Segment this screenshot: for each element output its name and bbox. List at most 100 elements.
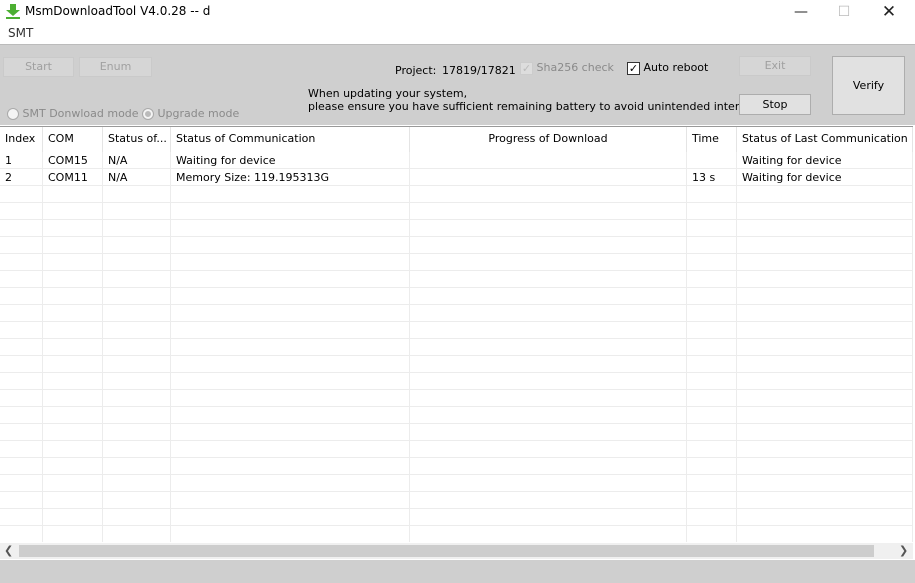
table-cell	[171, 390, 410, 406]
table-cell	[737, 373, 913, 389]
table-row[interactable]	[0, 424, 913, 441]
table-cell	[0, 186, 43, 202]
table-row[interactable]	[0, 458, 913, 475]
table-row[interactable]	[0, 492, 913, 509]
table-cell	[410, 526, 687, 542]
table-cell	[687, 356, 737, 372]
table-cell	[103, 373, 171, 389]
minimize-button[interactable]: —	[778, 0, 824, 24]
scroll-left-icon[interactable]: ❮	[4, 544, 13, 557]
table-cell	[43, 424, 103, 440]
scroll-right-icon[interactable]: ❯	[899, 544, 908, 557]
table-cell	[103, 356, 171, 372]
table-cell	[0, 475, 43, 491]
table-cell	[103, 390, 171, 406]
sha256-checkbox[interactable]: ✓ Sha256 check	[520, 61, 614, 75]
close-button[interactable]: ✕	[866, 0, 912, 24]
table-cell	[43, 492, 103, 508]
table-row[interactable]	[0, 322, 913, 339]
column-header-last-status[interactable]: Status of Last Communication	[737, 127, 913, 152]
table-cell	[103, 322, 171, 338]
table-cell	[410, 390, 687, 406]
radio-icon	[142, 108, 154, 120]
table-cell	[103, 492, 171, 508]
table-cell	[103, 220, 171, 236]
table-cell	[737, 492, 913, 508]
table-header: Index COM Status of... Status of Communi…	[0, 127, 913, 152]
table-row[interactable]	[0, 407, 913, 424]
table-cell	[43, 390, 103, 406]
table-cell: Waiting for device	[171, 152, 410, 168]
table-row[interactable]	[0, 288, 913, 305]
table-cell	[687, 441, 737, 457]
table-cell	[410, 186, 687, 202]
table-row[interactable]	[0, 526, 913, 542]
column-header-status-communication[interactable]: Status of Communication	[171, 127, 410, 152]
column-header-progress[interactable]: Progress of Download	[410, 127, 687, 152]
table-row[interactable]	[0, 356, 913, 373]
exit-button[interactable]: Exit	[739, 56, 811, 76]
project-value: 17819/17821	[442, 64, 516, 77]
status-bar	[0, 560, 915, 583]
table-row[interactable]	[0, 254, 913, 271]
table-cell: Waiting for device	[737, 152, 913, 168]
upgrade-mode-radio[interactable]: Upgrade mode	[142, 107, 239, 120]
column-header-time[interactable]: Time	[687, 127, 737, 152]
horizontal-scrollbar[interactable]: ❮ ❯	[0, 543, 913, 559]
table-row[interactable]	[0, 475, 913, 492]
table-cell	[737, 441, 913, 457]
enum-button[interactable]: Enum	[79, 57, 152, 77]
table-cell	[171, 186, 410, 202]
table-cell	[171, 203, 410, 219]
table-row[interactable]	[0, 509, 913, 526]
table-row[interactable]: 2 COM11 N/A Memory Size: 119.195313G 13 s Wai…	[0, 169, 913, 186]
table-cell	[171, 305, 410, 321]
table-row[interactable]	[0, 441, 913, 458]
table-cell	[410, 203, 687, 219]
column-header-com[interactable]: COM	[43, 127, 103, 152]
table-row[interactable]	[0, 373, 913, 390]
table-cell	[43, 305, 103, 321]
table-row[interactable]	[0, 271, 913, 288]
table-cell	[0, 390, 43, 406]
smt-download-mode-radio[interactable]: SMT Donwload mode	[7, 107, 139, 120]
table-cell	[43, 271, 103, 287]
table-row[interactable]	[0, 237, 913, 254]
table-cell: Waiting for device	[737, 169, 913, 185]
column-header-status[interactable]: Status of...	[103, 127, 171, 152]
table-row[interactable]	[0, 339, 913, 356]
scrollbar-thumb[interactable]	[19, 545, 874, 557]
table-cell	[171, 339, 410, 355]
table-cell	[687, 288, 737, 304]
table-row[interactable]	[0, 220, 913, 237]
column-header-index[interactable]: Index	[0, 127, 43, 152]
table-cell	[737, 271, 913, 287]
auto-reboot-checkbox[interactable]: ✓ Auto reboot	[627, 61, 708, 75]
table-row[interactable]	[0, 186, 913, 203]
table-cell	[737, 509, 913, 525]
table-cell	[0, 492, 43, 508]
table-cell	[43, 339, 103, 355]
notice-line-2: please ensure you have sufficient remain…	[308, 100, 788, 113]
table-row[interactable]	[0, 305, 913, 322]
stop-button[interactable]: Stop	[739, 94, 811, 115]
table-cell	[737, 526, 913, 542]
table-cell	[687, 509, 737, 525]
table-cell	[103, 441, 171, 457]
maximize-button[interactable]: ☐	[821, 0, 867, 24]
menu-item-smt[interactable]: SMT	[8, 26, 33, 40]
table-row[interactable]: 1 COM15 N/A Waiting for device Waiting for d…	[0, 152, 913, 169]
table-cell	[410, 492, 687, 508]
table-cell	[171, 322, 410, 338]
title-bar: MsmDownloadTool V4.0.28 -- d — ☐ ✕	[0, 0, 915, 24]
verify-button[interactable]: Verify	[832, 56, 905, 115]
table-cell	[0, 203, 43, 219]
start-button[interactable]: Start	[3, 57, 74, 77]
table-row[interactable]	[0, 203, 913, 220]
table-cell	[0, 509, 43, 525]
table-row[interactable]	[0, 390, 913, 407]
table-cell	[43, 407, 103, 423]
table-cell	[43, 186, 103, 202]
table-cell	[687, 271, 737, 287]
table-cell	[43, 458, 103, 474]
